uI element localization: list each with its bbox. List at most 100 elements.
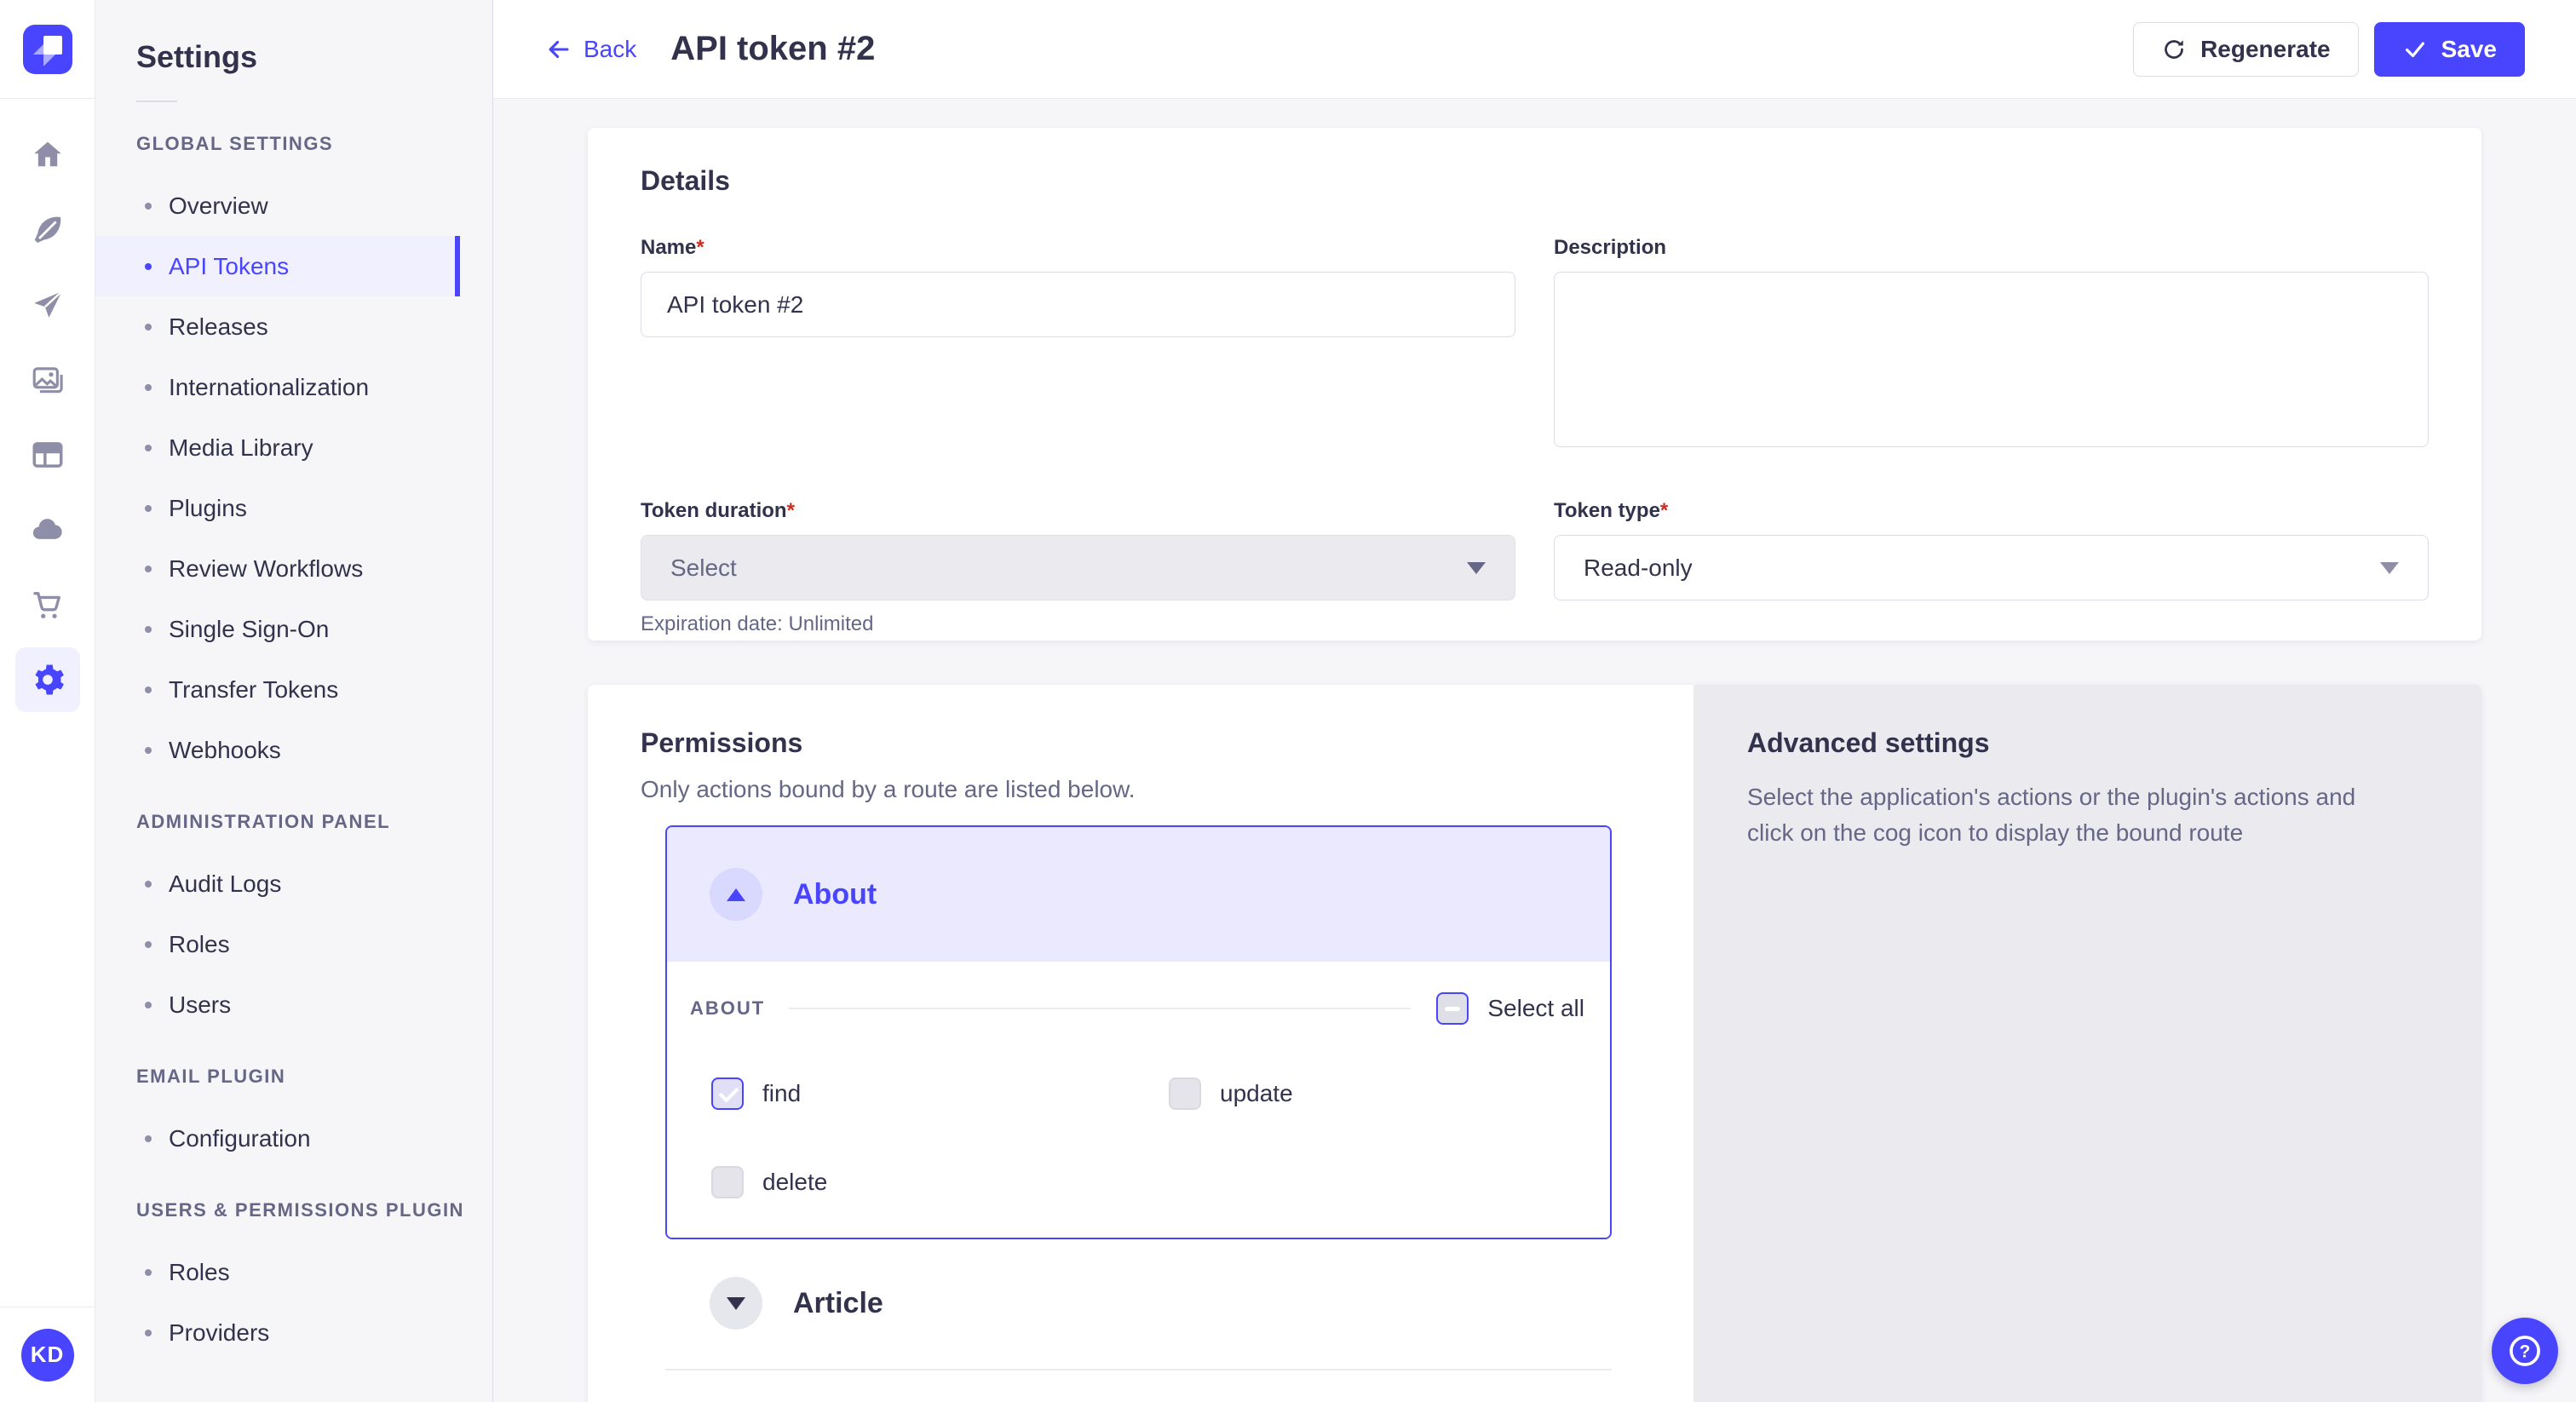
name-field-group: Name* — [641, 236, 1515, 451]
sidebar-item-internationalization[interactable]: Internationalization — [95, 357, 460, 417]
nav-settings-button[interactable] — [15, 647, 80, 712]
sidebar-item-webhooks[interactable]: Webhooks — [95, 720, 460, 780]
logo-shape — [43, 36, 62, 55]
section-label-email-plugin: EMAIL PLUGIN — [136, 1066, 492, 1088]
gear-icon — [30, 662, 66, 698]
sidebar-item-releases[interactable]: Releases — [95, 296, 460, 357]
update-label: update — [1220, 1080, 1293, 1107]
delete-checkbox[interactable] — [711, 1166, 744, 1198]
select-all-label: Select all — [1487, 995, 1584, 1022]
about-accordion-title: About — [793, 878, 877, 911]
bullet-icon — [145, 1330, 152, 1336]
bullet-icon — [145, 263, 152, 270]
nav-home-button[interactable] — [15, 123, 80, 187]
sidebar-item-label: Plugins — [169, 495, 247, 522]
sidebar-item-single-sign-on[interactable]: Single Sign-On — [95, 599, 460, 659]
logo-shape — [43, 55, 55, 66]
permission-row-delete: delete — [711, 1166, 1169, 1198]
regenerate-button[interactable]: Regenerate — [2133, 22, 2359, 77]
details-heading: Details — [641, 165, 2429, 197]
required-asterisk: * — [787, 499, 795, 522]
nav-deploy-button[interactable] — [15, 497, 80, 562]
sidebar-item-review-workflows[interactable]: Review Workflows — [95, 538, 460, 599]
token-type-field-group: Token type* Read-only — [1554, 499, 2429, 636]
nav-releases-button[interactable] — [15, 273, 80, 337]
sidebar-item-overview[interactable]: Overview — [95, 175, 460, 236]
logo-cell — [0, 0, 95, 99]
user-avatar[interactable]: KD — [21, 1329, 74, 1382]
about-accordion-header[interactable]: About — [667, 827, 1610, 962]
chevron-down-icon — [727, 1297, 745, 1310]
collapse-toggle[interactable] — [710, 868, 762, 921]
sidebar-title: Settings — [136, 39, 492, 75]
sidebar-item-label: Roles — [169, 1259, 230, 1286]
sidebar-item-label: Providers — [169, 1319, 269, 1347]
description-label: Description — [1554, 236, 2429, 260]
select-all-checkbox[interactable] — [1436, 992, 1469, 1025]
accordion-divider — [665, 1369, 1612, 1370]
required-asterisk: * — [696, 236, 704, 259]
bullet-icon — [145, 324, 152, 330]
sidebar-item-email-configuration[interactable]: Configuration — [95, 1108, 460, 1169]
chevron-down-icon — [2380, 562, 2399, 574]
update-checkbox[interactable] — [1169, 1077, 1201, 1110]
back-button[interactable]: Back — [544, 35, 636, 64]
sidebar-item-admin-roles[interactable]: Roles — [95, 914, 460, 974]
sidebar-item-plugins[interactable]: Plugins — [95, 478, 460, 538]
token-duration-select[interactable]: Select — [641, 535, 1515, 600]
nav-marketplace-button[interactable] — [15, 572, 80, 637]
back-label: Back — [584, 36, 636, 63]
sidebar-item-label: API Tokens — [169, 253, 289, 280]
settings-sidebar: Settings GLOBAL SETTINGS Overview API To… — [95, 0, 493, 1402]
save-button[interactable]: Save — [2374, 22, 2525, 77]
bullet-icon — [145, 941, 152, 948]
bullet-icon — [145, 445, 152, 451]
advanced-settings-panel: Advanced settings Select the application… — [1693, 685, 2481, 1402]
home-icon — [30, 137, 66, 173]
cloud-icon — [30, 512, 66, 548]
strapi-logo[interactable] — [23, 25, 72, 74]
description-field-group: Description — [1554, 236, 2429, 451]
bullet-icon — [145, 687, 152, 693]
chevron-down-icon — [1467, 562, 1486, 574]
main-nav-rail: KD — [0, 0, 95, 1402]
find-checkbox[interactable] — [711, 1077, 744, 1110]
svg-text:?: ? — [2520, 1342, 2531, 1361]
sidebar-item-label: Webhooks — [169, 737, 281, 764]
name-input[interactable] — [641, 272, 1515, 337]
token-type-select[interactable]: Read-only — [1554, 535, 2429, 600]
token-duration-value: Select — [670, 554, 737, 582]
sidebar-item-label: Media Library — [169, 434, 313, 462]
sidebar-item-up-providers[interactable]: Providers — [95, 1302, 460, 1363]
description-input[interactable] — [1554, 272, 2429, 447]
permissions-panel: Permissions Only actions bound by a rout… — [588, 685, 1693, 1402]
sidebar-item-api-tokens[interactable]: API Tokens — [95, 236, 460, 296]
article-accordion-header[interactable]: Article — [665, 1277, 1612, 1330]
expand-toggle[interactable] — [710, 1277, 762, 1330]
sidebar-item-media-library[interactable]: Media Library — [95, 417, 460, 478]
help-button[interactable]: ? — [2492, 1318, 2558, 1384]
rail-footer: KD — [0, 1307, 95, 1402]
nav-media-button[interactable] — [15, 348, 80, 412]
sidebar-item-admin-users[interactable]: Users — [95, 974, 460, 1035]
refresh-icon — [2161, 37, 2187, 62]
sidebar-item-label: Transfer Tokens — [169, 676, 338, 704]
advanced-settings-heading: Advanced settings — [1747, 727, 2405, 759]
delete-label: delete — [762, 1169, 827, 1196]
sidebar-item-audit-logs[interactable]: Audit Logs — [95, 853, 460, 914]
sidebar-item-label: Review Workflows — [169, 555, 363, 583]
nav-content-type-button[interactable] — [15, 422, 80, 487]
bullet-icon — [145, 1135, 152, 1142]
bullet-icon — [145, 1269, 152, 1276]
name-label: Name* — [641, 236, 1515, 260]
permissions-card: Permissions Only actions bound by a rout… — [588, 685, 2481, 1402]
question-icon: ? — [2505, 1331, 2544, 1370]
sidebar-item-transfer-tokens[interactable]: Transfer Tokens — [95, 659, 460, 720]
nav-content-button[interactable] — [15, 198, 80, 262]
page-content: Details Name* Description Token duration… — [493, 99, 2576, 1402]
sidebar-item-up-roles[interactable]: Roles — [95, 1242, 460, 1302]
sidebar-item-label: Roles — [169, 931, 230, 958]
main-area: Back API token #2 Regenerate Save Detail… — [493, 0, 2576, 1402]
sidebar-item-label: Single Sign-On — [169, 616, 329, 643]
sidebar-item-label: Users — [169, 991, 231, 1019]
